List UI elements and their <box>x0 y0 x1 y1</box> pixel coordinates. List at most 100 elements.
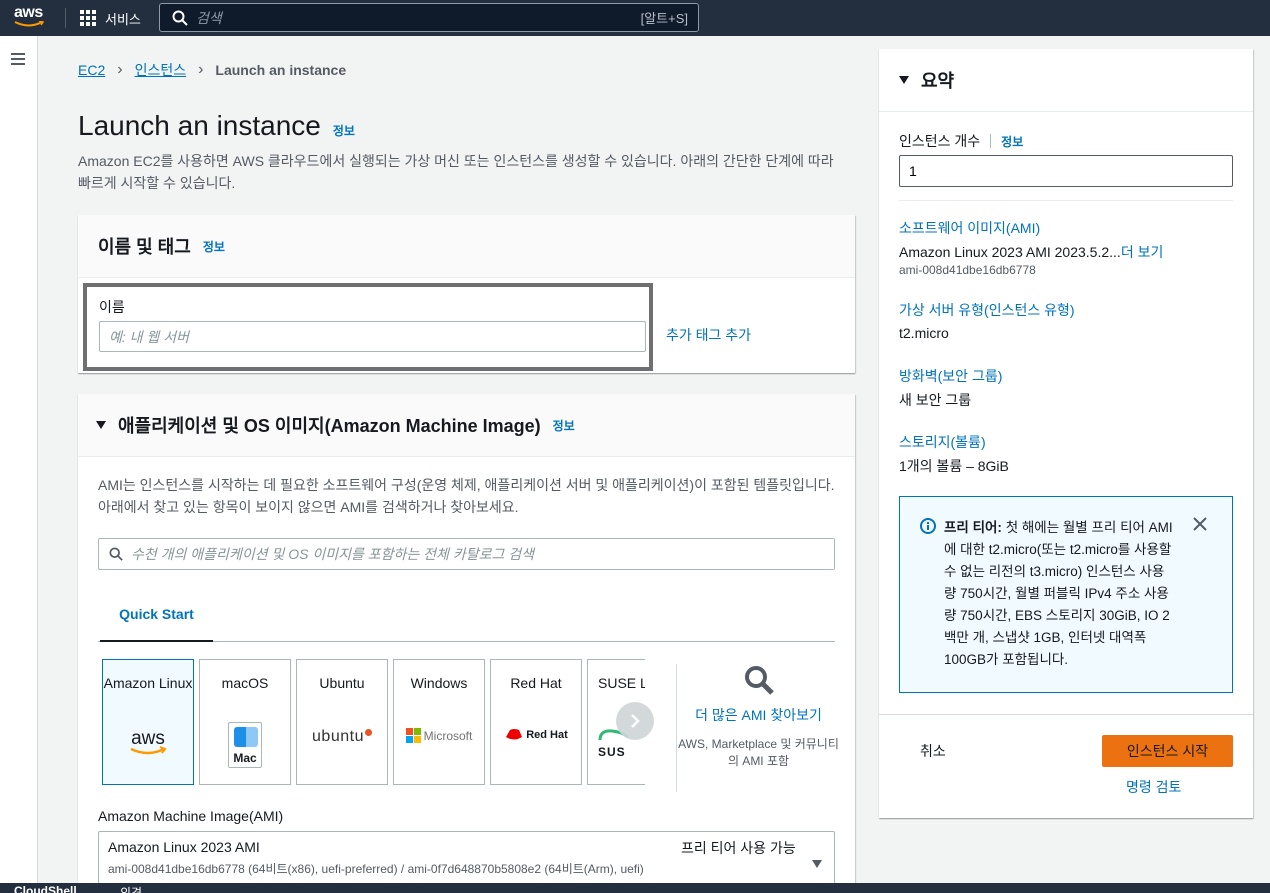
page-info-link[interactable]: 정보 <box>333 122 355 139</box>
breadcrumb-instances[interactable]: 인스턴스 <box>135 60 187 80</box>
cancel-button[interactable]: 취소 <box>920 741 946 761</box>
name-panel-header: 이름 및 태그 정보 <box>78 215 855 278</box>
review-commands-link[interactable]: 명령 검토 <box>1126 777 1181 797</box>
software-image-more-link[interactable]: 더 보기 <box>1121 244 1164 260</box>
os-card-list: Amazon Linux aws macOS Mac Ubuntu ubuntu… <box>102 659 645 786</box>
cloudshell-button[interactable]: CloudShell <box>14 884 77 893</box>
top-nav-bar: aws 서비스 [알트+S] <box>0 0 1270 36</box>
page-title-text: Launch an instance <box>78 110 321 141</box>
divider <box>879 714 1253 715</box>
chevron-right-icon <box>631 714 640 728</box>
breadcrumb-ec2[interactable]: EC2 <box>78 62 105 78</box>
software-image-link[interactable]: 소프트웨어 이미지(AMI) <box>899 218 1040 238</box>
summary-title: 요약 <box>921 71 955 91</box>
bottom-bar: CloudShell 의견 <box>0 883 1270 893</box>
global-search[interactable]: [알트+S] <box>159 3 699 32</box>
ami-info-link[interactable]: 정보 <box>553 417 575 434</box>
os-card-name: Windows <box>410 675 468 691</box>
ami-selected-name: Amazon Linux 2023 AMI <box>108 839 260 855</box>
instance-count-info-link[interactable]: 정보 <box>1001 133 1023 150</box>
suse-logo-text: SUS <box>598 745 626 759</box>
free-tier-badge: 프리 티어 사용 가능 <box>681 840 796 856</box>
software-image-name: Amazon Linux 2023 AMI 2023.5.2... <box>899 244 1121 260</box>
red-hat-logo-text: Red Hat <box>526 729 568 741</box>
instance-count-input[interactable] <box>899 155 1233 187</box>
summary-panel: 요약 인스턴스 개수 정보 소프트웨어 이미지(AMI) Amazon Linu… <box>879 49 1253 818</box>
instance-count-label-text: 인스턴스 개수 <box>899 133 981 149</box>
browse-more-subtext: AWS, Marketplace 및 커뮤니티의 AMI 포함 <box>678 737 839 768</box>
software-image-id: ami-008d41dbe16db6778 <box>899 263 1036 277</box>
search-icon <box>172 10 188 26</box>
tab-quick-start[interactable]: Quick Start <box>100 596 213 642</box>
microsoft-logo-icon: Microsoft <box>394 728 484 743</box>
ami-description: AMI는 인스턴스를 시작하는 데 필요한 소프트웨어 구성(운영 체제, 애플… <box>98 477 835 515</box>
free-tier-body: 첫 해에는 월별 프리 티어 AMI에 대한 t2.micro(또는 t2.mi… <box>944 520 1173 667</box>
breadcrumb-current: Launch an instance <box>215 62 347 78</box>
nav-divider <box>65 8 66 28</box>
ami-select-label: Amazon Machine Image(AMI) <box>98 808 284 824</box>
ami-panel: 애플리케이션 및 OS 이미지(Amazon Machine Image) 정보… <box>78 394 855 887</box>
search-icon <box>109 547 123 561</box>
info-icon <box>920 518 936 534</box>
os-card-macos[interactable]: macOS Mac <box>199 659 291 785</box>
finder-icon: Mac <box>200 722 290 768</box>
browse-more-amis[interactable]: 더 많은 AMI 찾아보기 AWS, Marketplace 및 커뮤니티의 A… <box>676 664 840 792</box>
red-hat-logo-icon: Red Hat <box>491 728 581 742</box>
summary-header[interactable]: 요약 <box>879 49 1253 112</box>
breadcrumb: EC2 › 인스턴스 › Launch an instance <box>78 60 346 80</box>
microsoft-logo-text: Microsoft <box>423 728 473 743</box>
cloudshell-label: CloudShell <box>14 884 77 893</box>
carousel-next-button[interactable] <box>616 702 654 740</box>
ami-search-input[interactable] <box>123 539 834 569</box>
global-search-input[interactable] <box>188 4 641 31</box>
os-card-amazon-linux[interactable]: Amazon Linux aws <box>102 659 194 785</box>
chevron-right-icon: › <box>198 61 204 78</box>
page-description: Amazon EC2를 사용하면 AWS 클라우드에서 실행되는 가상 머신 또… <box>78 153 834 191</box>
ami-search[interactable] <box>98 538 835 570</box>
ami-select[interactable]: Amazon Linux 2023 AMI ami-008d41dbe16db6… <box>98 831 835 887</box>
firewall-value: 새 보안 그룹 <box>899 392 972 408</box>
aws-logo-text: aws <box>14 4 43 21</box>
search-icon <box>744 666 774 695</box>
ami-selected-ids: ami-008d41dbe16db6778 (64비트(x86), uefi-p… <box>108 862 644 876</box>
aws-logo-icon: aws <box>103 728 193 758</box>
os-card-name: Ubuntu <box>319 675 365 691</box>
close-icon[interactable] <box>1193 517 1207 531</box>
software-image-value: Amazon Linux 2023 AMI 2023.5.2...더 보기 <box>899 242 1163 262</box>
aws-logo[interactable]: aws <box>14 4 48 30</box>
instance-type-value: t2.micro <box>899 325 949 341</box>
services-label: 서비스 <box>105 11 141 27</box>
add-tags-link[interactable]: 추가 태그 추가 <box>666 325 751 345</box>
menu-icon[interactable] <box>11 53 25 65</box>
ubuntu-logo-text: ubuntu <box>312 728 364 745</box>
os-card-ubuntu[interactable]: Ubuntu ubuntu <box>296 659 388 785</box>
ami-tabs: Quick Start <box>98 596 835 642</box>
storage-link[interactable]: 스토리지(볼륨) <box>899 432 986 452</box>
free-tier-text: 프리 티어: 첫 해에는 월별 프리 티어 AMI에 대한 t2.micro(또… <box>944 517 1176 671</box>
name-field-highlight: 이름 <box>83 283 653 371</box>
caret-down-icon <box>899 76 909 84</box>
caret-down-icon <box>812 860 822 868</box>
free-tier-title: 프리 티어: <box>944 520 1002 535</box>
grid-icon <box>80 10 96 26</box>
chevron-right-icon: › <box>117 61 123 78</box>
os-card-windows[interactable]: Windows Microsoft <box>393 659 485 785</box>
name-panel-title: 이름 및 태그 <box>98 237 191 257</box>
name-info-link[interactable]: 정보 <box>203 238 225 255</box>
firewall-link[interactable]: 방화벽(보안 그룹) <box>899 366 1002 386</box>
instance-type-link[interactable]: 가상 서버 유형(인스턴스 유형) <box>899 300 1075 320</box>
browse-more-link[interactable]: 더 많은 AMI 찾아보기 <box>677 705 840 726</box>
caret-down-icon <box>96 421 106 429</box>
svg-text:aws: aws <box>131 728 165 749</box>
ami-panel-title: 애플리케이션 및 OS 이미지(Amazon Machine Image) <box>118 416 541 436</box>
os-card-name: SUSE Li <box>598 675 645 691</box>
feedback-button[interactable]: 의견 <box>120 884 142 893</box>
os-card-red-hat[interactable]: Red Hat Red Hat <box>490 659 582 785</box>
launch-instance-button[interactable]: 인스턴스 시작 <box>1102 735 1233 767</box>
ami-panel-header[interactable]: 애플리케이션 및 OS 이미지(Amazon Machine Image) 정보 <box>78 394 855 457</box>
divider <box>899 200 1233 201</box>
services-menu-button[interactable]: 서비스 <box>80 0 141 36</box>
name-input[interactable] <box>99 321 646 352</box>
storage-value: 1개의 볼륨 – 8GiB <box>899 458 1009 474</box>
side-navigation-rail <box>0 36 38 884</box>
